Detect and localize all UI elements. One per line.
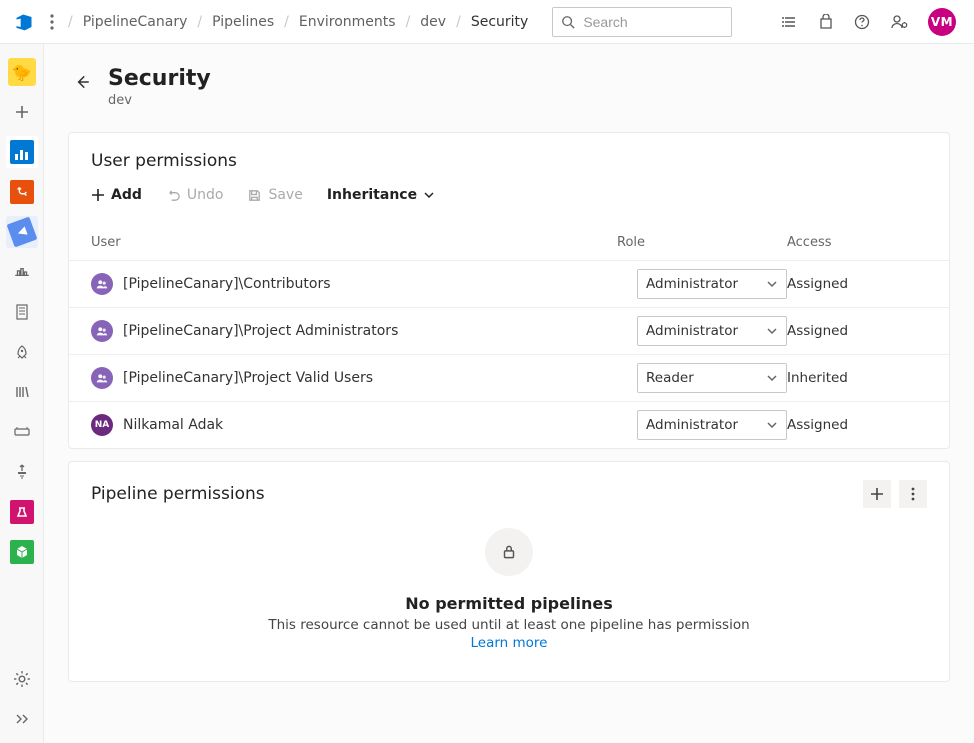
- empty-state-title: No permitted pipelines: [405, 594, 612, 613]
- chevron-down-icon: [423, 189, 435, 201]
- user-settings-icon[interactable]: [890, 14, 908, 30]
- chevron-down-icon: [766, 419, 778, 431]
- azure-devops-logo-icon[interactable]: [12, 10, 36, 34]
- more-vertical-icon: [911, 486, 915, 502]
- permission-row[interactable]: [PipelineCanary]\Project Valid Users Read…: [69, 354, 949, 401]
- role-select[interactable]: Administrator: [637, 316, 787, 346]
- breadcrumb-item[interactable]: Pipelines: [212, 14, 274, 30]
- permission-user-name: [PipelineCanary]\Contributors: [123, 276, 331, 292]
- deployment-icon[interactable]: [6, 456, 38, 488]
- undo-button: Undo: [166, 187, 224, 203]
- permission-row[interactable]: NA Nilkamal Adak Administrator Assigned: [69, 401, 949, 448]
- save-icon: [247, 188, 262, 203]
- breadcrumb-separator: /: [197, 14, 202, 30]
- inheritance-label: Inheritance: [327, 187, 417, 203]
- group-avatar-icon: [91, 367, 113, 389]
- shopping-bag-icon[interactable]: [818, 14, 834, 30]
- role-select-value: Administrator: [646, 323, 738, 339]
- breadcrumb-separator: /: [284, 14, 289, 30]
- boards-icon[interactable]: [6, 136, 38, 168]
- chevron-down-icon: [766, 372, 778, 384]
- undo-button-label: Undo: [187, 187, 224, 203]
- breadcrumb-item[interactable]: dev: [420, 14, 446, 30]
- group-avatar-icon: [91, 320, 113, 342]
- task-groups-icon[interactable]: [6, 416, 38, 448]
- add-button[interactable]: Add: [91, 187, 142, 203]
- project-icon[interactable]: 🐤: [6, 56, 38, 88]
- chevron-down-icon: [766, 325, 778, 337]
- collapse-sidebar-icon[interactable]: [6, 703, 38, 735]
- role-select-value: Reader: [646, 370, 694, 386]
- access-value: Inherited: [787, 370, 927, 386]
- role-select[interactable]: Administrator: [637, 410, 787, 440]
- add-icon[interactable]: [6, 96, 38, 128]
- breadcrumb-item[interactable]: Environments: [299, 14, 396, 30]
- role-select-value: Administrator: [646, 417, 738, 433]
- column-header-role: Role: [617, 235, 787, 250]
- library-icon[interactable]: [6, 376, 38, 408]
- pipeline-permissions-title: Pipeline permissions: [91, 484, 265, 504]
- servers-icon[interactable]: [6, 296, 38, 328]
- search-icon: [561, 15, 575, 29]
- breadcrumb-separator: /: [406, 14, 411, 30]
- list-view-icon[interactable]: [782, 14, 798, 30]
- permission-user-name: [PipelineCanary]\Project Valid Users: [123, 370, 373, 386]
- repos-icon[interactable]: [6, 176, 38, 208]
- test-plans-icon[interactable]: [6, 496, 38, 528]
- learn-more-link[interactable]: Learn more: [471, 635, 548, 651]
- user-permissions-title: User permissions: [91, 151, 927, 171]
- breadcrumb-item-current: Security: [471, 14, 529, 30]
- empty-state-message: This resource cannot be used until at le…: [268, 617, 749, 633]
- add-pipeline-button[interactable]: [863, 480, 891, 508]
- breadcrumb-item[interactable]: PipelineCanary: [83, 14, 188, 30]
- chevron-down-icon: [766, 278, 778, 290]
- add-button-label: Add: [111, 187, 142, 203]
- column-header-user: User: [91, 235, 617, 250]
- plus-icon: [870, 487, 884, 501]
- group-avatar-icon: [91, 273, 113, 295]
- settings-gear-icon[interactable]: [6, 663, 38, 695]
- access-value: Assigned: [787, 323, 927, 339]
- page-title: Security: [108, 66, 211, 91]
- environments-icon[interactable]: [6, 256, 38, 288]
- rocket-icon[interactable]: [6, 336, 38, 368]
- breadcrumb-separator: /: [456, 14, 461, 30]
- undo-icon: [166, 188, 181, 203]
- role-select[interactable]: Administrator: [637, 269, 787, 299]
- more-options-button[interactable]: [899, 480, 927, 508]
- search-input[interactable]: [581, 13, 723, 31]
- permission-user-name: Nilkamal Adak: [123, 417, 223, 433]
- artifacts-icon[interactable]: [6, 536, 38, 568]
- hub-menu-icon[interactable]: [44, 14, 60, 30]
- role-select-value: Administrator: [646, 276, 738, 292]
- page-subtitle: dev: [108, 93, 211, 108]
- breadcrumb: / PipelineCanary / Pipelines / Environme…: [68, 14, 528, 30]
- breadcrumb-separator: /: [68, 14, 73, 30]
- access-value: Assigned: [787, 276, 927, 292]
- role-select[interactable]: Reader: [637, 363, 787, 393]
- column-header-access: Access: [787, 235, 927, 250]
- save-button: Save: [247, 187, 302, 203]
- pipelines-icon[interactable]: [6, 216, 38, 248]
- back-arrow-icon[interactable]: [72, 72, 92, 92]
- access-value: Assigned: [787, 417, 927, 433]
- inheritance-dropdown[interactable]: Inheritance: [327, 187, 435, 203]
- save-button-label: Save: [268, 187, 302, 203]
- permission-row[interactable]: [PipelineCanary]\Project Administrators A…: [69, 307, 949, 354]
- search-input-container[interactable]: [552, 7, 732, 37]
- help-icon[interactable]: [854, 14, 870, 30]
- lock-icon: [485, 528, 533, 576]
- permission-row[interactable]: [PipelineCanary]\Contributors Administrat…: [69, 260, 949, 307]
- user-avatar[interactable]: VM: [928, 8, 956, 36]
- person-avatar: NA: [91, 414, 113, 436]
- plus-icon: [91, 188, 105, 202]
- permission-user-name: [PipelineCanary]\Project Administrators: [123, 323, 398, 339]
